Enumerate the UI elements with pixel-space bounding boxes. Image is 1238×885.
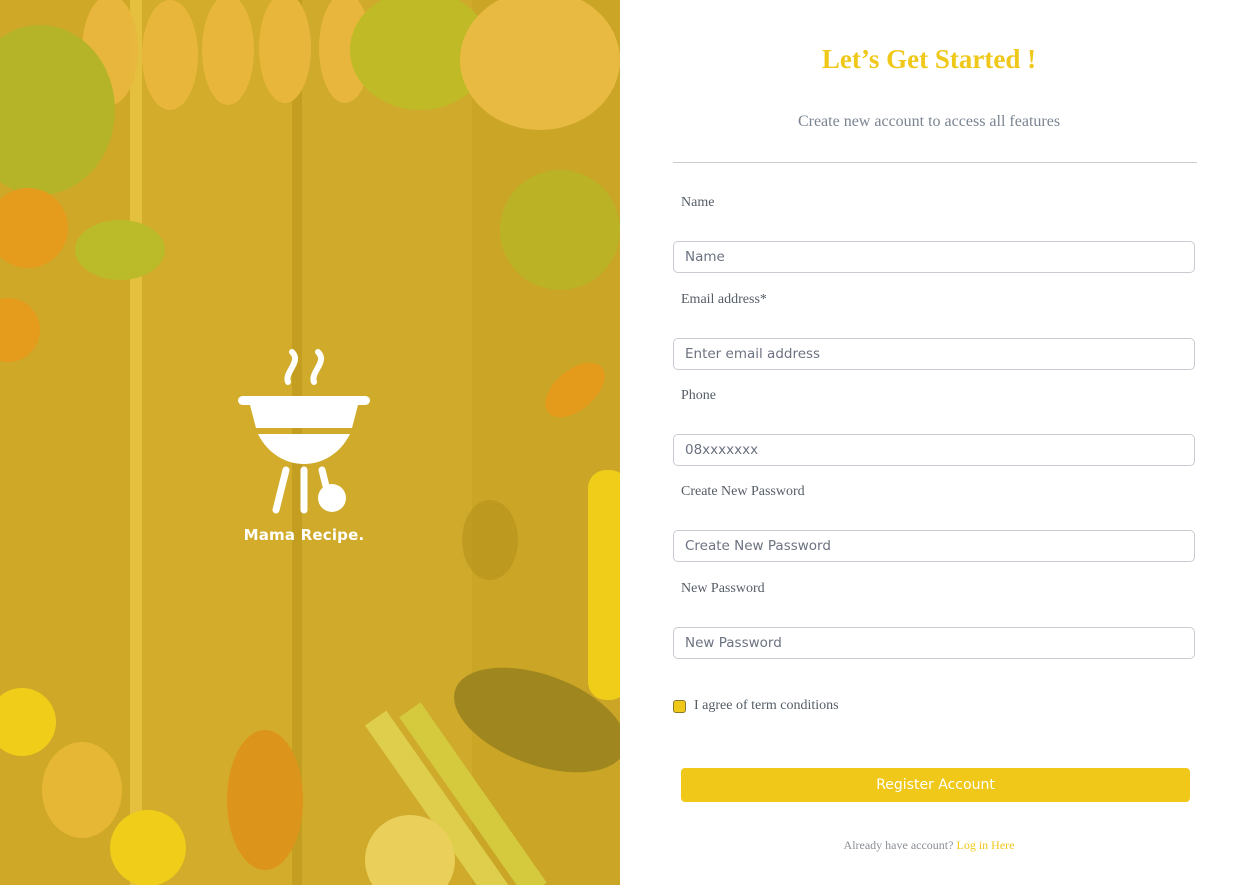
phone-label: Phone <box>681 388 716 403</box>
hero-panel: Mama Recipe. <box>0 0 620 885</box>
grill-icon <box>238 349 370 514</box>
brand: Mama Recipe. <box>236 346 372 544</box>
new-password-label: New Password <box>681 581 765 596</box>
page-title: Let’s Get Started ! <box>821 44 1037 74</box>
brand-name: Mama Recipe. <box>243 526 365 544</box>
create-password-input[interactable] <box>673 530 1195 562</box>
terms-label: I agree of term conditions <box>694 698 839 713</box>
login-prompt: Already have account? Log in Here <box>620 838 1238 853</box>
email-input[interactable] <box>673 338 1195 370</box>
name-label: Name <box>681 195 715 210</box>
register-panel: Let’s Get Started ! Create new account t… <box>620 0 1238 885</box>
phone-input[interactable] <box>673 434 1195 466</box>
page-subtitle: Create new account to access all feature… <box>797 113 1061 130</box>
terms-checkbox[interactable] <box>673 699 686 713</box>
login-prompt-text: Already have account? <box>843 838 954 852</box>
divider <box>673 162 1197 163</box>
email-label: Email address* <box>681 292 767 307</box>
terms-agreement: I agree of term conditions <box>673 698 839 714</box>
name-input[interactable] <box>673 241 1195 273</box>
login-link[interactable]: Log in Here <box>956 838 1014 852</box>
register-account-button[interactable]: Register Account <box>681 768 1190 802</box>
new-password-input[interactable] <box>673 627 1195 659</box>
create-password-label: Create New Password <box>681 484 805 499</box>
